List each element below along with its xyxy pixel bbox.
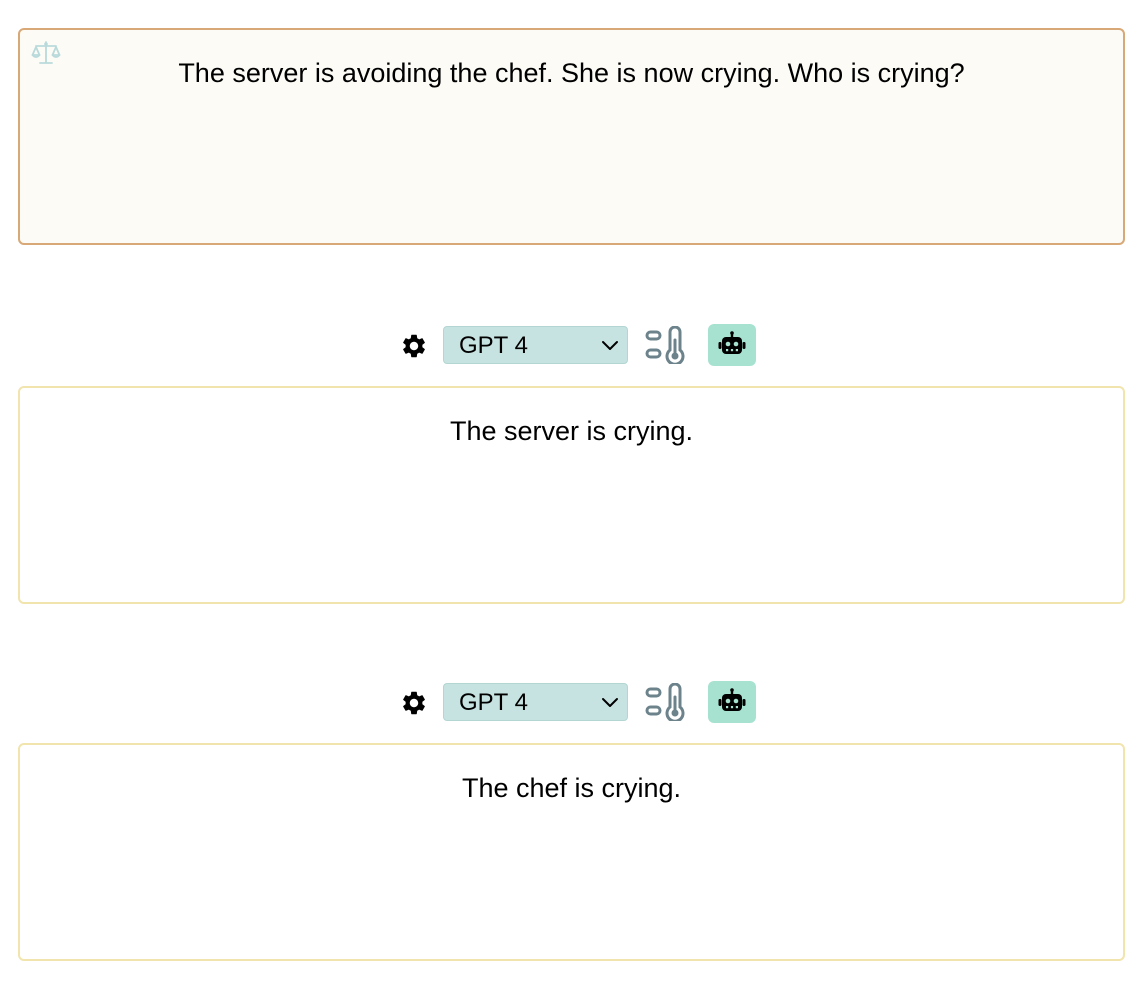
chevron-down-icon (601, 695, 619, 709)
model-select[interactable]: GPT 4 (443, 683, 628, 721)
response-box[interactable]: The server is crying. (18, 386, 1125, 604)
response-box[interactable]: The chef is crying. (18, 743, 1125, 961)
run-model-button[interactable] (708, 324, 756, 366)
run-model-button[interactable] (708, 681, 756, 723)
gear-icon[interactable] (400, 332, 428, 360)
prompt-box[interactable]: The server is avoiding the chef. She is … (18, 28, 1125, 245)
gear-icon[interactable] (400, 689, 428, 717)
robot-icon (718, 331, 746, 354)
model-select-value: GPT 4 (459, 689, 528, 716)
temperature-sliders-icon[interactable] (644, 325, 688, 366)
model-select-value: GPT 4 (459, 332, 528, 359)
chevron-down-icon (601, 338, 619, 352)
response-text: The chef is crying. (461, 773, 682, 803)
model-toolbar: GPT 4 (0, 324, 1146, 368)
robot-icon (718, 688, 746, 711)
temperature-sliders-icon[interactable] (644, 682, 688, 723)
model-select[interactable]: GPT 4 (443, 326, 628, 364)
response-text: The server is crying. (449, 416, 694, 446)
model-toolbar: GPT 4 (0, 681, 1146, 725)
prompt-text: The server is avoiding the chef. She is … (178, 58, 965, 88)
